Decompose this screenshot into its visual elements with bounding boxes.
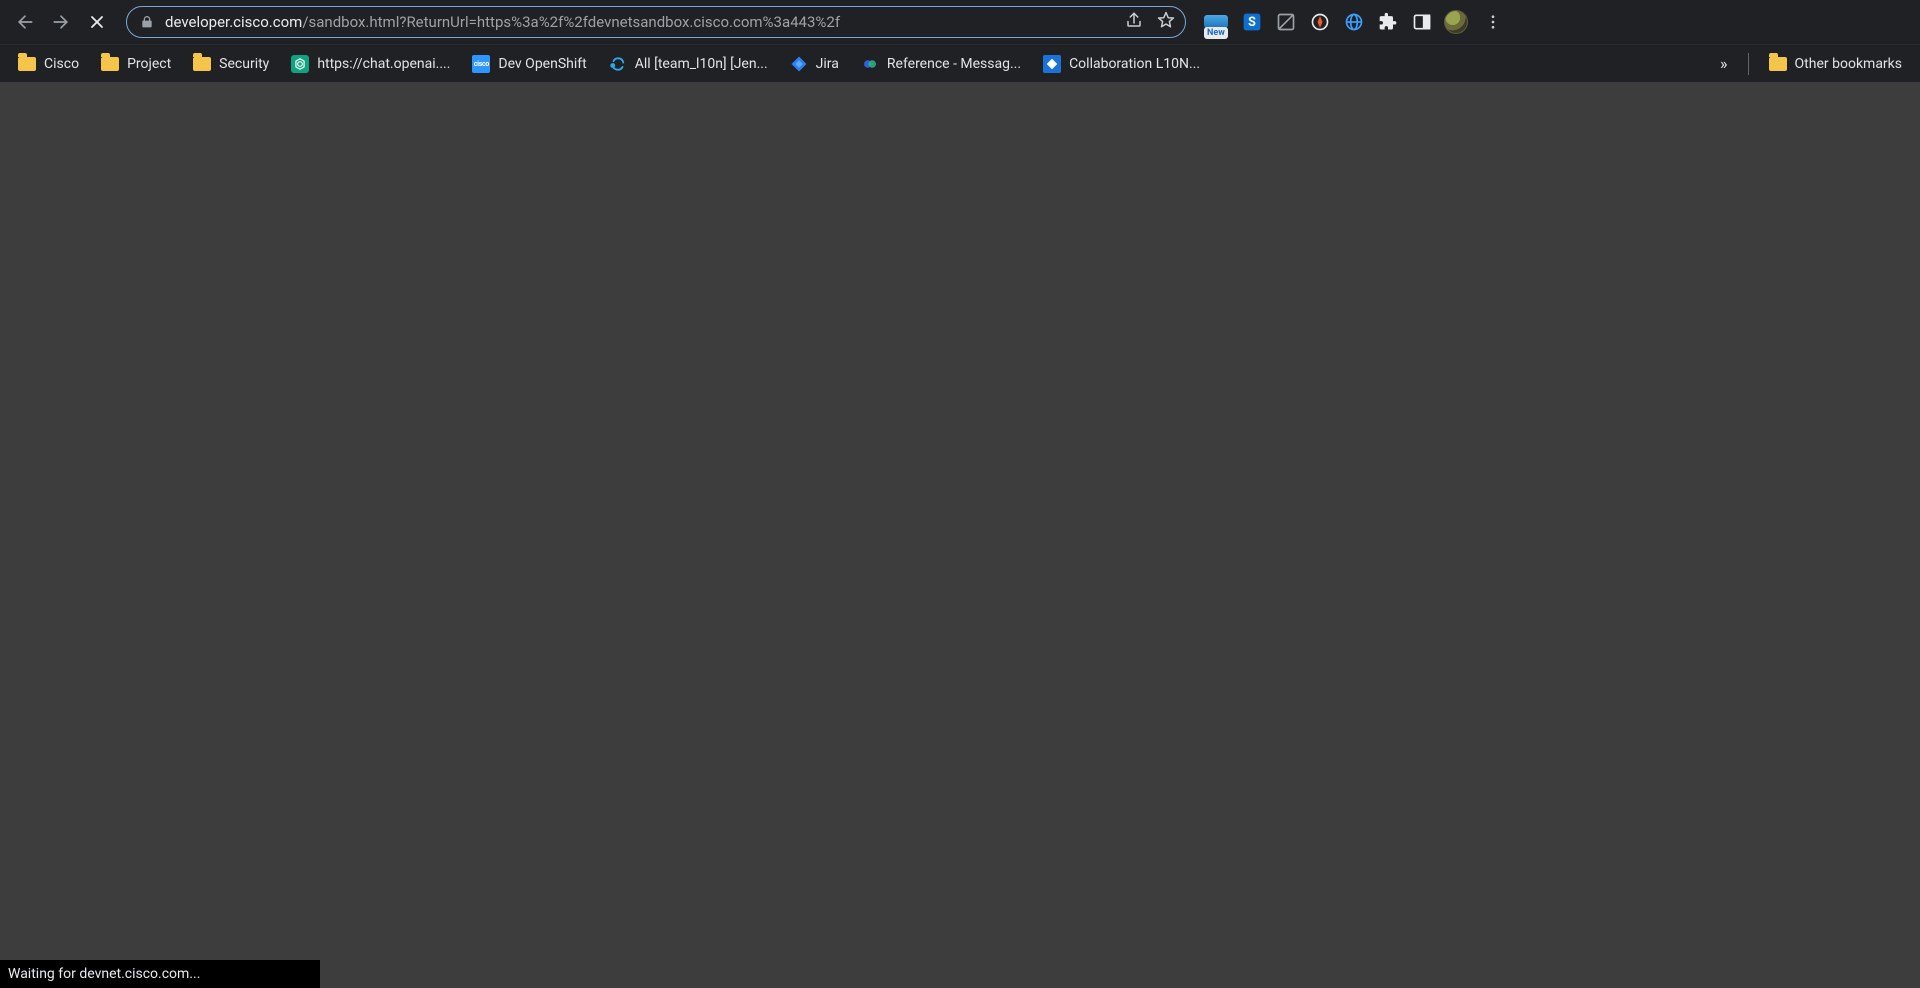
bookmark-webex[interactable]: Reference - Messag... [853,50,1029,78]
bookmark-project[interactable]: Project [93,50,179,78]
side-panel-button[interactable] [1410,10,1434,34]
bookmarks-overflow-button[interactable]: » [1712,50,1736,77]
ext-diag[interactable] [1274,10,1298,34]
url-text: developer.cisco.com/sandbox.html?ReturnU… [165,13,1115,31]
browser-menu-button[interactable] [1478,7,1508,37]
folder-icon [193,57,211,71]
url-path: /sandbox.html?ReturnUrl=https%3a%2f%2fde… [302,13,840,31]
bookmarks-separator [1748,53,1749,75]
bookmark-openai[interactable]: https://chat.openai.... [283,50,458,78]
ext-new[interactable]: New [1202,8,1230,36]
bookmark-label: Collaboration L10N... [1069,56,1200,72]
nav-buttons [8,5,114,39]
share-button[interactable] [1125,11,1143,33]
arrow-right-icon [51,12,71,32]
bookmark-label: Reference - Messag... [887,56,1021,72]
skype-icon: S [1242,12,1262,32]
kebab-icon [1484,13,1502,31]
bookmark-label: Cisco [44,56,79,72]
webex-icon [861,55,879,73]
page-content [0,82,1920,988]
bookmark-dev-openshift[interactable]: cisco Dev OpenShift [464,50,594,78]
bookmark-label: https://chat.openai.... [317,56,450,72]
brave-icon [1310,12,1330,32]
bookmark-label: Other bookmarks [1795,56,1902,72]
status-text: Waiting for devnet.cisco.com... [8,966,200,982]
loop-icon [609,55,627,73]
url-host: developer.cisco.com [165,13,302,31]
profile-avatar[interactable] [1444,10,1468,34]
bookmark-security[interactable]: Security [185,50,277,78]
bookmark-jira[interactable]: Jira [782,50,847,78]
folder-icon [101,57,119,71]
address-bar[interactable]: developer.cisco.com/sandbox.html?ReturnU… [126,6,1186,38]
other-bookmarks[interactable]: Other bookmarks [1761,50,1910,78]
back-button[interactable] [8,5,42,39]
sidepanel-icon [1412,12,1432,32]
extensions-row: New S [1202,7,1508,37]
jira-icon [790,55,808,73]
openai-icon [291,55,309,73]
star-icon [1157,11,1175,29]
bookmark-label: Dev OpenShift [498,56,586,72]
new-badge: New [1204,27,1228,39]
stop-button[interactable] [80,5,114,39]
close-icon [87,12,107,32]
folder-icon [18,57,36,71]
svg-text:S: S [1248,15,1256,30]
extensions-button[interactable] [1376,10,1400,34]
address-actions [1125,11,1175,33]
ext-brave[interactable] [1308,10,1332,34]
bookmarks-bar: Cisco Project Security https://chat.open… [0,44,1920,82]
puzzle-icon [1378,12,1398,32]
forward-button[interactable] [44,5,78,39]
bookmark-button[interactable] [1157,11,1175,33]
bookmark-label: Security [219,56,269,72]
lock-icon [139,14,155,30]
box-icon [1043,55,1061,73]
chevron-double-right-icon: » [1720,54,1728,73]
folder-icon [1769,57,1787,71]
share-icon [1125,11,1143,29]
ext-skype[interactable]: S [1240,10,1264,34]
bookmark-label: All [team_l10n] [Jen... [635,56,768,72]
bookmark-label: Jira [816,56,839,72]
diag-icon [1276,12,1296,32]
bookmark-label: Project [127,56,171,72]
bookmark-collab[interactable]: Collaboration L10N... [1035,50,1208,78]
bookmark-cisco[interactable]: Cisco [10,50,87,78]
browser-toolbar: developer.cisco.com/sandbox.html?ReturnU… [0,0,1920,44]
status-bar: Waiting for devnet.cisco.com... [0,960,320,988]
arrow-left-icon [15,12,35,32]
ext-globe[interactable] [1342,10,1366,34]
bookmark-jenkins[interactable]: All [team_l10n] [Jen... [601,50,776,78]
cisco-icon: cisco [472,55,490,73]
globe-icon [1344,12,1364,32]
